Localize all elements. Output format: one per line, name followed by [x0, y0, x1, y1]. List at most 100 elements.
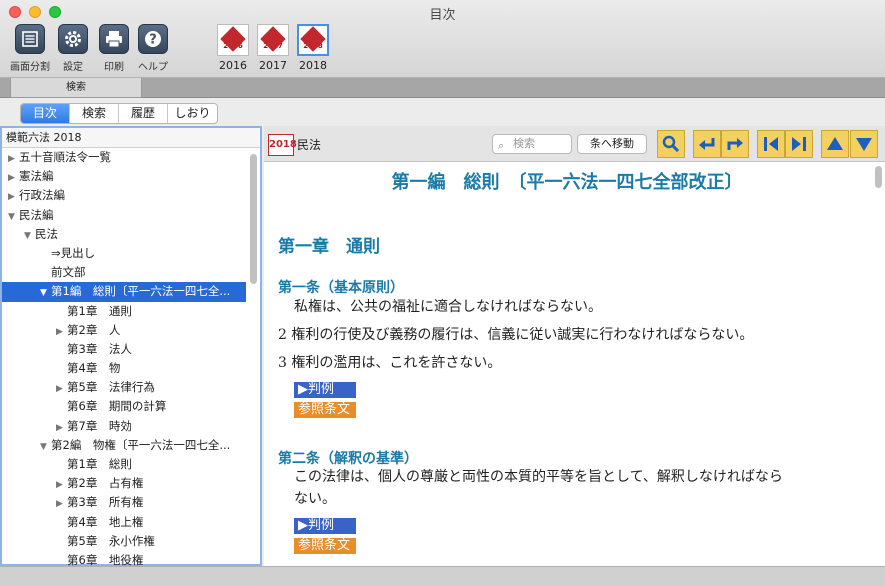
window-title: 目次	[429, 8, 456, 23]
law-name: 民法	[297, 138, 322, 152]
bottom-bar	[0, 566, 885, 586]
toc-item[interactable]: ▶ 憲法編	[2, 167, 246, 186]
toc-item[interactable]: ▶ 第3章 所有権	[2, 493, 246, 512]
toc-item-label: 第4章 地上権	[67, 514, 144, 529]
book-2016-button[interactable]: 2016 2016	[215, 24, 251, 72]
arrow-down-icon	[856, 138, 872, 151]
toc-item[interactable]: 第5章 永小作権	[2, 532, 246, 551]
tab-contents[interactable]: 目次	[21, 104, 70, 123]
toc-item[interactable]: 第6章 期間の計算	[2, 397, 246, 416]
forward-arrow-icon	[727, 138, 743, 150]
toc-item-label: 第6章 期間の計算	[67, 399, 167, 414]
document-scrollbar[interactable]	[875, 166, 883, 562]
previous-article-button[interactable]	[757, 130, 785, 158]
help-button[interactable]: ? ヘルプ	[127, 24, 179, 73]
search-panel-tab[interactable]: 検索	[10, 78, 142, 98]
disclosure-closed-icon[interactable]: ▶	[56, 495, 67, 512]
article-1-paragraph-2: 2 権利の行使及び義務の履行は、信義に従い誠実に行わなければならない。	[278, 327, 754, 343]
disclosure-closed-icon[interactable]: ▶	[56, 419, 67, 436]
toc-item[interactable]: 第1章 総則	[2, 455, 246, 474]
zoom-search-button[interactable]	[657, 130, 685, 158]
toc-item[interactable]: ⇒見出し	[2, 244, 246, 263]
help-label: ヘルプ	[138, 62, 168, 73]
toc-title: 模範六法 2018	[2, 128, 260, 148]
toc-tree: ▶ 五十音順法令一覧 ▶ 憲法編 ▶ 行政法編 ▼ 民法編 ▼ 民法 ⇒見出し 前文部 ▼ 第1編 総則〔…	[2, 148, 260, 570]
law-document: 第一編 総則 〔平一六法一四七全部改正〕 第一章 通則 第一条（基本原則） 私権…	[264, 162, 870, 566]
document-scroll-thumb[interactable]	[875, 166, 882, 188]
disclosure-closed-icon[interactable]: ▶	[56, 476, 67, 493]
disclosure-open-icon[interactable]: ▼	[40, 438, 51, 455]
reference-articles-button[interactable]: 参照条文	[294, 538, 356, 554]
svg-text:?: ?	[149, 33, 157, 48]
toc-item[interactable]: ▶ 第2章 人	[2, 321, 246, 340]
toc-item-label: 前文部	[51, 265, 86, 280]
book-2017-button[interactable]: 2017 2017	[255, 24, 291, 72]
toc-item-label: 第6章 地役権	[67, 552, 144, 567]
search-strip: 検索	[0, 78, 885, 98]
disclosure-closed-icon[interactable]: ▶	[56, 380, 67, 397]
navigation-segments: 目次 検索 履歴 しおり	[20, 103, 218, 124]
toc-item[interactable]: 第4章 物	[2, 359, 246, 378]
toc-sidebar: 模範六法 2018 ▶ 五十音順法令一覧 ▶ 憲法編 ▶ 行政法編 ▼ 民法編 ▼ 民法 ⇒見出し前…	[0, 126, 262, 567]
toc-item[interactable]: 第1章 通則	[2, 302, 246, 321]
disclosure-closed-icon[interactable]: ▶	[56, 323, 67, 340]
toc-item[interactable]: ▶ 五十音順法令一覧	[2, 148, 246, 167]
case-law-button[interactable]: ▶判例	[294, 382, 356, 398]
toc-item[interactable]: ▼ 民法	[2, 225, 246, 244]
navigation-segment-bar: 目次 検索 履歴 しおり	[0, 98, 885, 126]
disclosure-closed-icon[interactable]: ▶	[8, 169, 19, 186]
skip-forward-icon	[792, 137, 806, 151]
disclosure-closed-icon[interactable]: ▶	[8, 188, 19, 205]
year-badge: 2018	[268, 134, 297, 156]
scroll-up-button[interactable]	[821, 130, 849, 158]
reference-articles-button[interactable]: 参照条文	[294, 402, 356, 418]
toc-item-label: 五十音順法令一覧	[19, 150, 111, 164]
article-2-paragraph-1-line-2: ない。	[294, 491, 336, 507]
forward-button[interactable]	[721, 130, 749, 158]
sidebar-scrollbar[interactable]	[250, 152, 258, 562]
toc-item-label: 第7章 時効	[67, 418, 132, 433]
toc-item-label: 第1編 総則〔平一六法一四七全...	[51, 284, 231, 299]
article-2-title: 第二条（解釈の基準）	[278, 451, 418, 467]
toc-item[interactable]: ▼ 民法編	[2, 206, 246, 225]
search-icon: ⌕	[498, 139, 505, 152]
toc-item-label: 民法編	[19, 207, 54, 222]
toc-item[interactable]: ▶ 行政法編	[2, 186, 246, 205]
case-law-button[interactable]: ▶判例	[294, 518, 356, 534]
magnifier-icon	[662, 135, 680, 153]
disclosure-open-icon[interactable]: ▼	[40, 284, 51, 301]
article-1-paragraph-1: 私権は、公共の福祉に適合しなければならない。	[294, 299, 602, 315]
printer-icon	[106, 31, 122, 48]
toc-item-label: 第3章 法人	[67, 341, 132, 356]
disclosure-open-icon[interactable]: ▼	[8, 208, 19, 225]
toc-item[interactable]: ▼ 第1編 総則〔平一六法一四七全...	[2, 282, 246, 302]
disclosure-closed-icon[interactable]: ▶	[8, 150, 19, 167]
toc-item[interactable]: 第4章 地上権	[2, 513, 246, 532]
toc-item[interactable]: 第3章 法人	[2, 340, 246, 359]
book-2018-label: 2018	[299, 59, 327, 72]
toc-item[interactable]: ▼ 第2編 物権〔平一六法一四七全...	[2, 436, 246, 455]
tab-history[interactable]: 履歴	[119, 104, 168, 123]
toc-item[interactable]: 前文部	[2, 263, 246, 282]
toc-item-label: 第4章 物	[67, 361, 121, 376]
tab-bookmarks[interactable]: しおり	[168, 104, 217, 123]
article-search-input[interactable]: ⌕ 検索	[492, 134, 572, 154]
skip-back-icon	[764, 137, 778, 151]
toc-item[interactable]: ▶ 第2章 占有権	[2, 474, 246, 493]
toc-item[interactable]: ▶ 第5章 法律行為	[2, 378, 246, 397]
toc-item-label: 第2編 物権〔平一六法一四七全...	[51, 437, 231, 452]
toc-item[interactable]: ▶ 第7章 時効	[2, 417, 246, 436]
gear-icon	[65, 31, 81, 47]
scroll-down-button[interactable]	[850, 130, 878, 158]
toc-item-label: 行政法編	[19, 188, 65, 203]
goto-article-button[interactable]: 条へ移動	[577, 134, 647, 154]
back-button[interactable]	[693, 130, 721, 158]
window-toolbar: 目次 画面分割 設定 印刷 ? ヘルプ 2016 2016 2017 2017 …	[0, 0, 885, 78]
next-article-button[interactable]	[785, 130, 813, 158]
sidebar-scroll-thumb[interactable]	[250, 154, 257, 284]
book-2018-button[interactable]: 2018 2018	[295, 24, 331, 72]
search-placeholder: 検索	[513, 137, 535, 150]
disclosure-open-icon[interactable]: ▼	[24, 227, 35, 244]
book-2017-label: 2017	[259, 59, 287, 72]
tab-search[interactable]: 検索	[70, 104, 119, 123]
